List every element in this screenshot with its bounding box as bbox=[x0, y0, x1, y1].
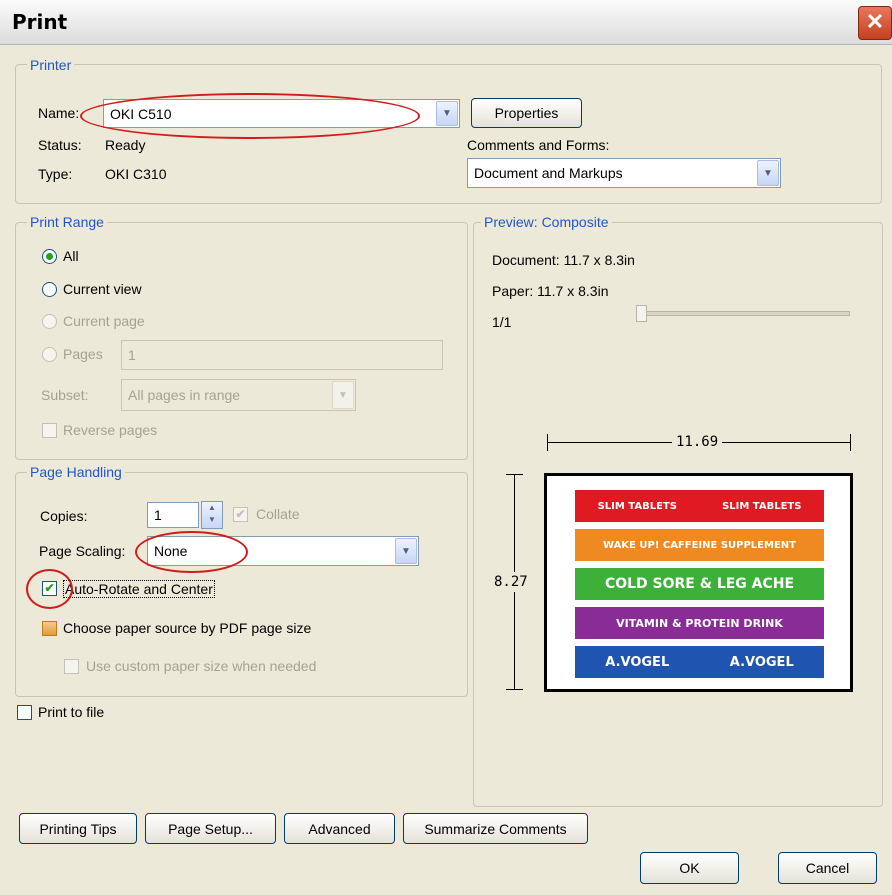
summarize-comments-label: Summarize Comments bbox=[424, 820, 567, 837]
comments-forms-label: Comments and Forms: bbox=[467, 137, 610, 153]
strip-text: A.VOGEL bbox=[605, 654, 670, 670]
preview-page-slider-thumb[interactable] bbox=[636, 305, 647, 322]
advanced-button[interactable]: Advanced bbox=[284, 813, 395, 844]
chevron-down-icon[interactable]: ▼ bbox=[332, 381, 354, 409]
auto-rotate-checkbox[interactable]: ✔ bbox=[42, 581, 57, 596]
width-dimension-label: 11.69 bbox=[672, 434, 723, 450]
custom-paper-checkbox[interactable] bbox=[64, 659, 79, 674]
print-to-file-label[interactable]: Print to file bbox=[38, 704, 104, 720]
radio-pages-label[interactable]: Pages bbox=[63, 346, 103, 362]
page-scaling-select[interactable]: None ▼ bbox=[147, 536, 419, 566]
strip-cold-sore: COLD SORE & LEG ACHE bbox=[575, 568, 824, 600]
printing-tips-button[interactable]: Printing Tips bbox=[19, 813, 137, 844]
cancel-label: Cancel bbox=[805, 860, 850, 876]
subset-label: Subset: bbox=[41, 387, 89, 403]
type-label: Type: bbox=[38, 166, 73, 182]
width-dim-right-tick bbox=[850, 434, 851, 451]
page-setup-label: Page Setup... bbox=[168, 820, 253, 837]
strip-text: SLIM TABLETS bbox=[597, 500, 677, 512]
radio-current-page[interactable] bbox=[42, 314, 57, 329]
printer-group-label: Printer bbox=[27, 57, 75, 73]
properties-button[interactable]: Properties bbox=[471, 98, 582, 128]
print-range-group-label: Print Range bbox=[27, 214, 107, 230]
strip-wake-up: WAKE UP! CAFFEINE SUPPLEMENT bbox=[575, 529, 824, 561]
cancel-button[interactable]: Cancel bbox=[778, 852, 877, 884]
copies-spinner[interactable]: ▲ ▼ bbox=[201, 501, 223, 529]
radio-all-label[interactable]: All bbox=[63, 248, 79, 264]
advanced-label: Advanced bbox=[308, 820, 371, 837]
preview-page-slider-track[interactable] bbox=[640, 311, 850, 316]
strip-text: SLIM TABLETS bbox=[722, 500, 802, 512]
width-dim-left-tick bbox=[547, 434, 548, 451]
printing-tips-label: Printing Tips bbox=[39, 820, 117, 837]
strip-avogel: A.VOGEL A.VOGEL bbox=[575, 646, 824, 678]
chevron-down-icon[interactable]: ▼ bbox=[757, 160, 779, 186]
chevron-down-icon[interactable]: ▼ bbox=[395, 538, 417, 564]
dialog-title: Print bbox=[12, 10, 68, 34]
radio-current-page-label[interactable]: Current page bbox=[63, 313, 145, 329]
print-to-file-checkbox[interactable] bbox=[17, 705, 32, 720]
ok-button[interactable]: OK bbox=[640, 852, 739, 884]
custom-paper-label[interactable]: Use custom paper size when needed bbox=[86, 658, 316, 674]
preview-document-size: Document: 11.7 x 8.3in bbox=[492, 252, 635, 268]
strip-text: A.VOGEL bbox=[729, 654, 794, 670]
subset-value: All pages in range bbox=[128, 387, 241, 403]
chevron-down-icon[interactable]: ▼ bbox=[436, 101, 458, 126]
subset-select[interactable]: All pages in range ▼ bbox=[121, 379, 356, 411]
auto-rotate-label[interactable]: Auto-Rotate and Center bbox=[63, 580, 215, 598]
strip-text: WAKE UP! CAFFEINE SUPPLEMENT bbox=[602, 539, 796, 551]
printer-name-value: OKI C510 bbox=[110, 105, 172, 122]
pages-input[interactable]: 1 bbox=[121, 340, 443, 370]
height-dim-top-tick bbox=[506, 474, 523, 475]
page-scaling-label: Page Scaling: bbox=[39, 543, 126, 559]
ok-label: OK bbox=[679, 860, 700, 876]
page-handling-group-label: Page Handling bbox=[27, 464, 125, 480]
comments-forms-value: Document and Markups bbox=[474, 165, 623, 181]
summarize-comments-button[interactable]: Summarize Comments bbox=[403, 813, 588, 844]
radio-all[interactable] bbox=[42, 249, 57, 264]
printer-name-label: Name: bbox=[38, 105, 80, 121]
collate-checkbox[interactable]: ✔ bbox=[233, 507, 248, 522]
strip-text: VITAMIN & PROTEIN DRINK bbox=[616, 616, 783, 630]
printer-name-select[interactable]: OKI C510 ▼ bbox=[103, 99, 460, 128]
page-scaling-value: None bbox=[154, 543, 188, 559]
radio-current-view-label[interactable]: Current view bbox=[63, 281, 142, 297]
radio-current-view[interactable] bbox=[42, 282, 57, 297]
status-value: Ready bbox=[105, 137, 146, 153]
preview-page-count: 1/1 bbox=[492, 314, 512, 330]
height-dim-bottom-tick bbox=[506, 689, 523, 690]
preview-page: SLIM TABLETS SLIM TABLETS WAKE UP! CAFFE… bbox=[544, 473, 853, 692]
close-icon: ✕ bbox=[865, 9, 885, 34]
copies-label: Copies: bbox=[40, 508, 88, 524]
reverse-pages-label[interactable]: Reverse pages bbox=[63, 422, 157, 438]
page-setup-button[interactable]: Page Setup... bbox=[145, 813, 276, 844]
paper-source-label[interactable]: Choose paper source by PDF page size bbox=[63, 620, 311, 636]
radio-pages[interactable] bbox=[42, 347, 57, 362]
collate-label[interactable]: Collate bbox=[256, 506, 300, 522]
type-value: OKI C310 bbox=[105, 166, 167, 182]
preview-group-label: Preview: Composite bbox=[481, 214, 612, 230]
copies-value: 1 bbox=[154, 507, 162, 523]
strip-text: COLD SORE & LEG ACHE bbox=[604, 576, 795, 592]
properties-button-label: Properties bbox=[494, 105, 559, 121]
height-dimension-label: 8.27 bbox=[494, 572, 528, 592]
title-bar: Print ✕ bbox=[0, 0, 892, 45]
reverse-pages-checkbox[interactable] bbox=[42, 423, 57, 438]
close-button[interactable]: ✕ bbox=[858, 6, 892, 40]
pages-input-value: 1 bbox=[128, 347, 136, 363]
copies-input[interactable]: 1 bbox=[147, 502, 199, 528]
paper-source-checkbox[interactable] bbox=[42, 621, 57, 636]
strip-vitamin: VITAMIN & PROTEIN DRINK bbox=[575, 607, 824, 639]
status-label: Status: bbox=[38, 137, 82, 153]
strip-slim-tablets: SLIM TABLETS SLIM TABLETS bbox=[575, 490, 824, 522]
preview-paper-size: Paper: 11.7 x 8.3in bbox=[492, 283, 609, 299]
comments-forms-select[interactable]: Document and Markups ▼ bbox=[467, 158, 781, 188]
